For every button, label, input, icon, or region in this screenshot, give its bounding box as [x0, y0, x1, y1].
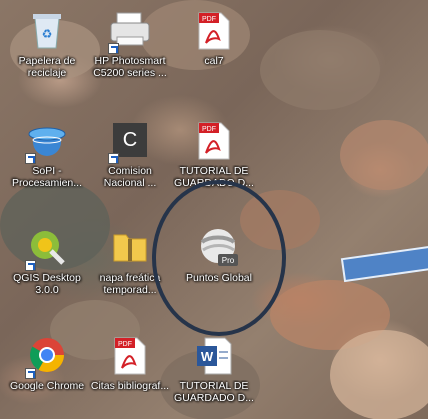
icon-label: Citas bibliograf...	[90, 380, 170, 392]
icon-label: Comision Nacional ...	[103, 165, 157, 189]
icon-label: SoPI - Procesamien...	[11, 165, 83, 189]
desktop-icon-google-chrome[interactable]: Google Chrome	[6, 333, 88, 392]
sopi-icon	[25, 118, 69, 164]
c-letter-icon: C	[108, 118, 152, 164]
svg-text:PDF: PDF	[118, 341, 132, 348]
desktop-icon-sopi[interactable]: SoPI - Procesamien...	[6, 118, 88, 189]
highlight-circle	[152, 180, 286, 336]
svg-text:PDF: PDF	[202, 126, 216, 133]
pdf-icon: PDF	[108, 333, 152, 377]
shortcut-arrow-icon	[108, 43, 119, 54]
icon-label: QGIS Desktop 3.0.0	[13, 272, 81, 296]
pdf-icon: PDF	[192, 8, 236, 52]
icon-label: Papelera de reciclaje	[18, 55, 76, 79]
shortcut-arrow-icon	[25, 260, 36, 271]
desktop-icon-tutorial-word[interactable]: W TUTORIAL DE GUARDADO D...	[173, 333, 255, 404]
svg-text:W: W	[201, 349, 214, 364]
desktop-icon-tutorial-pdf[interactable]: PDF TUTORIAL DE GUARDADO D...	[173, 118, 255, 189]
desktop-icon-recycle-bin[interactable]: ♻ Papelera de reciclaje	[6, 8, 88, 79]
desktop-icon-qgis[interactable]: QGIS Desktop 3.0.0	[6, 225, 88, 296]
shortcut-arrow-icon	[108, 153, 119, 164]
pdf-icon: PDF	[192, 118, 236, 162]
desktop-icon-citas-bibliograficas[interactable]: PDF Citas bibliograf...	[89, 333, 171, 392]
svg-text:PDF: PDF	[202, 16, 216, 23]
chrome-icon	[25, 333, 69, 379]
icon-label: HP Photosmart C5200 series ...	[93, 55, 167, 79]
desktop-icon-comision-nacional[interactable]: C Comision Nacional ...	[89, 118, 171, 189]
printer-icon	[108, 8, 152, 54]
recycle-bin-icon: ♻	[25, 8, 69, 52]
qgis-icon	[25, 225, 69, 271]
zip-folder-icon	[108, 225, 152, 269]
icon-label: TUTORIAL DE GUARDADO D...	[174, 380, 254, 404]
word-icon: W	[192, 333, 236, 377]
desktop-icon-cal7[interactable]: PDF cal7	[173, 8, 255, 67]
icon-label: Google Chrome	[9, 380, 85, 392]
desktop-icon-hp-photosmart[interactable]: HP Photosmart C5200 series ...	[89, 8, 171, 79]
shortcut-arrow-icon	[25, 368, 36, 379]
icon-label: cal7	[204, 55, 224, 67]
shortcut-arrow-icon	[25, 153, 36, 164]
svg-text:♻: ♻	[42, 27, 53, 41]
